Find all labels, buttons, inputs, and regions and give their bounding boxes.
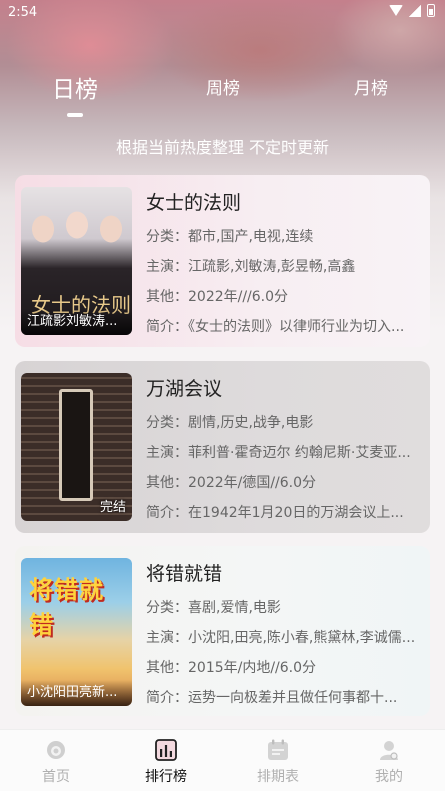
item-category: 分类：剧情,历史,战争,电影 — [146, 415, 314, 431]
battery-icon — [427, 4, 435, 17]
item-title: 女士的法则 — [146, 192, 242, 214]
item-cast: 主演：江疏影,刘敏涛,彭昱畅,高鑫 — [146, 259, 356, 275]
list-item[interactable]: 女士的法则 江疏影刘敏涛... 女士的法则 分类：都市,国产,电视,连续 主演：… — [15, 175, 430, 347]
status-icons — [389, 4, 435, 17]
status-time: 2:54 — [8, 5, 38, 20]
item-other: 其他：2022年/德国//6.0分 — [146, 475, 317, 491]
nav-profile[interactable]: 我的 — [354, 738, 424, 786]
nav-label: 我的 — [375, 769, 403, 785]
signal-icon — [409, 4, 421, 17]
nav-home[interactable]: 首页 — [21, 738, 91, 786]
item-info: 万湖会议 分类：剧情,历史,战争,电影 主演：菲利普·霍奇迈尔 约翰尼斯·艾麦亚… — [146, 375, 422, 523]
ranking-tabs: 日榜 周榜 月榜 — [0, 74, 445, 124]
item-info: 女士的法则 分类：都市,国产,电视,连续 主演：江疏影,刘敏涛,彭昱畅,高鑫 其… — [146, 189, 422, 337]
item-category: 分类：喜剧,爱情,电影 — [146, 600, 281, 616]
item-title: 万湖会议 — [146, 378, 223, 400]
ranking-subtitle: 根据当前热度整理 不定时更新 — [115, 138, 330, 157]
item-cast: 主演：菲利普·霍奇迈尔 约翰尼斯·艾麦亚... — [146, 445, 411, 461]
item-info: 将错就错 分类：喜剧,爱情,电影 主演：小沈阳,田亮,陈小春,熊黛林,李诚儒..… — [146, 560, 422, 708]
item-intro: 简介：运势一向极差并且做任何事都十... — [146, 690, 398, 706]
item-cast: 主演：小沈阳,田亮,陈小春,熊黛林,李诚儒... — [146, 630, 416, 646]
item-intro: 简介：在1942年1月20日的万湖会议上... — [146, 505, 404, 521]
poster-image[interactable]: 将错就错 小沈阳田亮新... — [21, 558, 132, 706]
ranking-icon — [154, 738, 178, 762]
poster-art — [59, 389, 93, 501]
active-tab-indicator — [67, 113, 83, 117]
tab-monthly[interactable]: 月榜 — [348, 74, 394, 99]
poster-image[interactable]: 女士的法则 江疏影刘敏涛... — [21, 187, 132, 335]
tab-weekly[interactable]: 周榜 — [200, 74, 246, 99]
wifi-icon — [389, 4, 403, 17]
nav-label: 排行榜 — [145, 769, 187, 785]
nav-schedule[interactable]: 排期表 — [243, 738, 313, 786]
bottom-navigation: 首页 排行榜 排期表 我的 — [0, 729, 445, 791]
item-category: 分类：都市,国产,电视,连续 — [146, 229, 314, 245]
poster-image[interactable]: 完结 — [21, 373, 132, 521]
poster-caption: 完结 — [99, 500, 126, 515]
poster-caption: 小沈阳田亮新... — [21, 680, 132, 706]
profile-icon — [377, 738, 401, 762]
poster-caption: 江疏影刘敏涛... — [21, 309, 132, 335]
nav-label: 首页 — [42, 769, 70, 785]
item-other: 其他：2022年///6.0分 — [146, 289, 289, 305]
item-title: 将错就错 — [146, 563, 223, 585]
nav-label: 排期表 — [257, 769, 299, 785]
list-item[interactable]: 将错就错 小沈阳田亮新... 将错就错 分类：喜剧,爱情,电影 主演：小沈阳,田… — [15, 546, 430, 716]
item-other: 其他：2015年/内地//6.0分 — [146, 660, 317, 676]
home-icon — [44, 738, 68, 762]
status-bar: 2:54 — [0, 0, 445, 26]
list-item[interactable]: 完结 万湖会议 分类：剧情,历史,战争,电影 主演：菲利普·霍奇迈尔 约翰尼斯·… — [15, 361, 430, 533]
poster-title-art: 将错就错 — [29, 576, 104, 639]
tab-daily[interactable]: 日榜 — [52, 70, 98, 104]
nav-ranking[interactable]: 排行榜 — [131, 738, 201, 786]
item-intro: 简介：《女士的法则》以律师行业为切入... — [146, 319, 405, 335]
calendar-icon — [266, 738, 290, 762]
